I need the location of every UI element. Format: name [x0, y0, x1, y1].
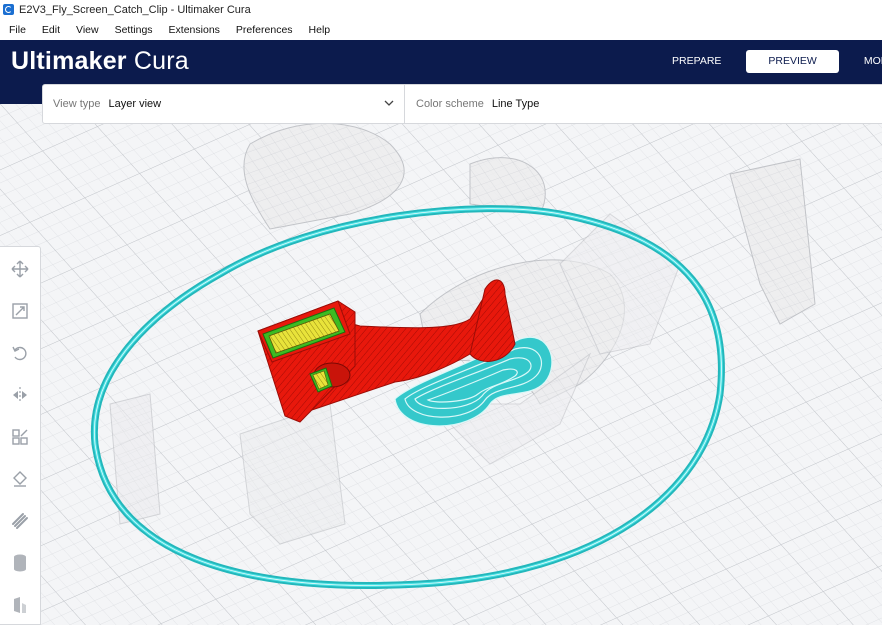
view-type-dropdown[interactable]: View type Layer view: [43, 85, 405, 123]
custom-supports-icon[interactable]: [8, 509, 32, 533]
app-logo: Ultimaker Cura: [11, 47, 189, 76]
menu-bar: File Edit View Settings Extensions Prefe…: [0, 19, 882, 40]
color-scheme-label: Color scheme: [416, 98, 484, 110]
tab-monitor[interactable]: MON: [847, 50, 882, 73]
view-options-bar: View type Layer view Color scheme Line T…: [42, 84, 882, 124]
tool-panel: [0, 246, 41, 625]
rotate-icon[interactable]: [8, 341, 32, 365]
chevron-down-icon: [384, 100, 394, 106]
menu-extensions[interactable]: Extensions: [161, 24, 228, 36]
move-icon[interactable]: [8, 257, 32, 281]
view-type-label: View type: [53, 98, 101, 110]
mesh-tools-icon[interactable]: [8, 593, 32, 617]
cylinder-icon[interactable]: [8, 551, 32, 575]
logo-product: Cura: [133, 47, 189, 75]
per-model-settings-icon[interactable]: [8, 425, 32, 449]
view-type-value: Layer view: [108, 98, 162, 110]
support-blocker-icon[interactable]: [8, 467, 32, 491]
layer-preview-canvas[interactable]: [0, 104, 882, 625]
menu-preferences[interactable]: Preferences: [228, 24, 301, 36]
cura-app-icon: [3, 4, 14, 15]
stage-tabs: PREPARE PREVIEW MON: [655, 50, 882, 73]
window-titlebar: E2V3_Fly_Screen_Catch_Clip - Ultimaker C…: [0, 0, 882, 19]
menu-help[interactable]: Help: [301, 24, 339, 36]
menu-file[interactable]: File: [0, 24, 34, 36]
tab-prepare[interactable]: PREPARE: [655, 50, 738, 73]
3d-viewport[interactable]: [0, 104, 882, 625]
menu-settings[interactable]: Settings: [107, 24, 161, 36]
color-scheme-value: Line Type: [491, 98, 540, 110]
logo-brand: Ultimaker: [11, 47, 127, 75]
scale-icon[interactable]: [8, 299, 32, 323]
mirror-icon[interactable]: [8, 383, 32, 407]
tab-preview[interactable]: PREVIEW: [746, 50, 839, 73]
color-scheme-selector[interactable]: Color scheme Line Type: [405, 85, 539, 123]
menu-view[interactable]: View: [68, 24, 107, 36]
window-title: E2V3_Fly_Screen_Catch_Clip - Ultimaker C…: [19, 3, 251, 16]
menu-edit[interactable]: Edit: [34, 24, 68, 36]
